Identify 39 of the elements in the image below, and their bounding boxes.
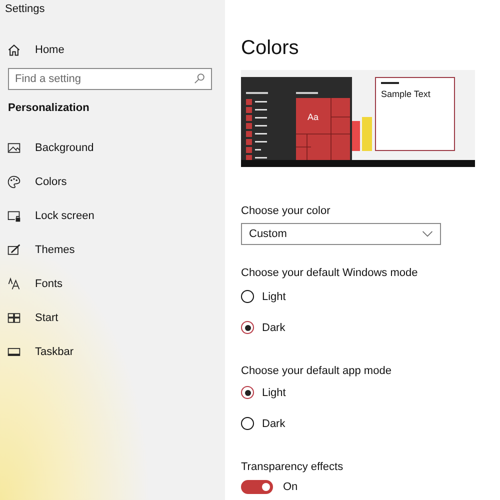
tile-text: Aa — [308, 112, 318, 122]
nav-item[interactable]: Background — [0, 131, 94, 165]
home-icon — [7, 43, 21, 57]
search-field[interactable]: Find a setting — [8, 68, 212, 90]
field-label: Choose your color — [241, 205, 332, 217]
group-label: Choose your default Windows mode — [241, 267, 419, 279]
nav-item[interactable]: Colors — [0, 165, 67, 199]
radio-button[interactable] — [241, 290, 254, 303]
window-title: Settings — [4, 2, 46, 17]
chevron-down-icon — [422, 231, 433, 237]
nav-item[interactable]: Themes — [0, 233, 75, 267]
search-icon — [194, 73, 205, 84]
palette-icon — [7, 175, 21, 189]
home-link[interactable]: Home — [0, 33, 64, 67]
nav-item[interactable]: Taskbar — [0, 335, 74, 369]
radio-button[interactable] — [241, 417, 254, 430]
color-dropdown[interactable]: Custom — [241, 223, 441, 245]
radio-button[interactable] — [241, 321, 254, 334]
section-heading: Personalization — [7, 101, 90, 116]
toggle-switch[interactable] — [241, 480, 273, 494]
toggle-state: On — [283, 481, 298, 493]
taskbar-icon — [7, 345, 21, 359]
nav-item[interactable]: Lock screen — [0, 199, 94, 233]
nav-item[interactable]: Start — [0, 301, 58, 335]
themes-icon — [7, 243, 21, 257]
radio-option[interactable]: Dark — [241, 408, 286, 439]
setting-label: Transparency effects — [241, 461, 344, 473]
radio-option[interactable]: Light — [241, 377, 286, 408]
radio-option[interactable]: Light — [241, 281, 286, 312]
nav-item[interactable]: Fonts — [0, 267, 63, 301]
lock-screen-icon — [7, 209, 21, 223]
fonts-icon — [7, 277, 21, 291]
sample-text: Sample Text — [381, 88, 432, 98]
radio-option[interactable]: Dark — [241, 312, 286, 343]
picture-icon — [7, 141, 21, 155]
page-title: Colors — [241, 36, 300, 60]
group-label: Choose your default app mode — [241, 365, 392, 377]
radio-button[interactable] — [241, 386, 254, 399]
start-tiles-icon — [7, 311, 21, 325]
